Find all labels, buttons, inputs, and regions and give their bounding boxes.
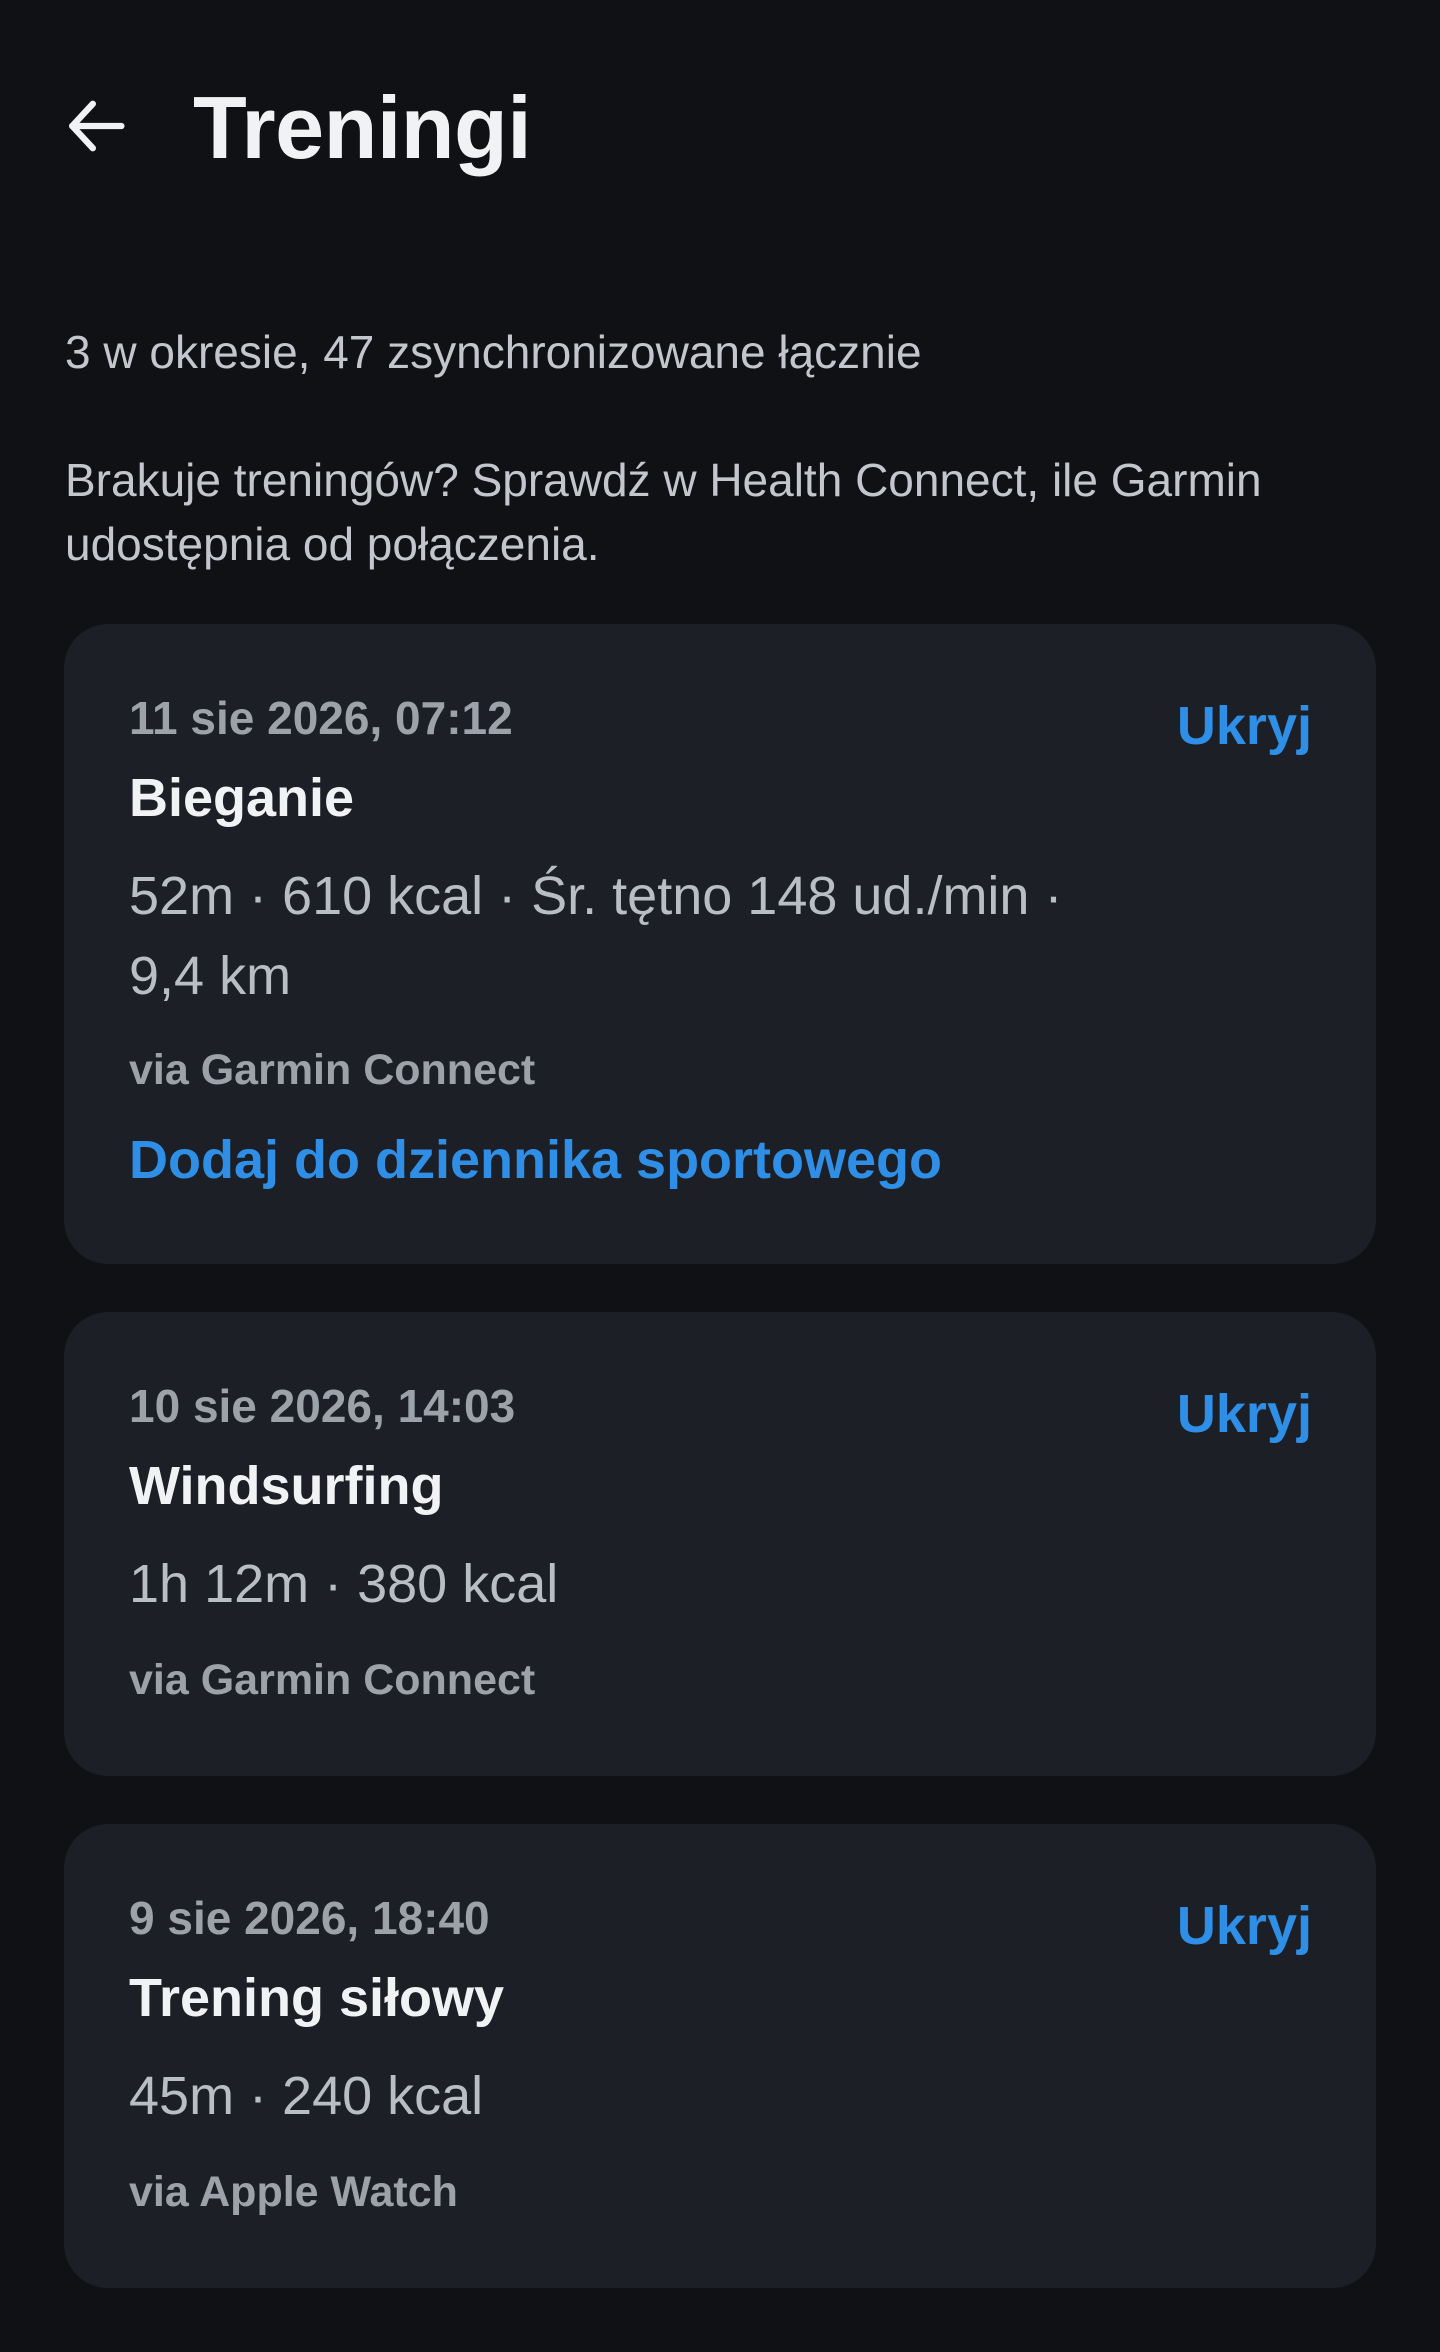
workout-card: 9 sie 2026, 18:40 Ukryj Trening siłowy 4… xyxy=(64,1824,1376,2288)
workout-name: Bieganie xyxy=(129,768,355,828)
missing-workouts-hint: Brakuje treningów? Sprawdź w Health Conn… xyxy=(65,454,1262,570)
workout-stats: 1h 12m · 380 kcal xyxy=(129,1554,559,1614)
page-title: Treningi xyxy=(193,78,532,177)
workout-card: 10 sie 2026, 14:03 Ukryj Windsurfing 1h … xyxy=(64,1312,1376,1776)
top-app-bar: Treningi xyxy=(0,0,1440,260)
hide-button[interactable]: Ukryj xyxy=(1177,694,1312,758)
workout-name: Windsurfing xyxy=(129,1456,444,1516)
workout-date: 9 sie 2026, 18:40 xyxy=(129,1892,490,1944)
workout-name: Trening siłowy xyxy=(129,1968,505,2028)
workout-stats: 52m · 610 kcal · Śr. tętno 148 ud./min ·… xyxy=(129,866,1063,1006)
add-to-sport-diary-link[interactable]: Dodaj do dziennika sportowego xyxy=(129,1126,942,1194)
workout-stats: 45m · 240 kcal xyxy=(129,2066,484,2126)
workout-source: via Garmin Connect xyxy=(129,1656,536,1704)
hide-button[interactable]: Ukryj xyxy=(1177,1894,1312,1958)
workout-date: 10 sie 2026, 14:03 xyxy=(129,1380,516,1432)
workout-source: via Garmin Connect xyxy=(129,1046,536,1094)
hide-button[interactable]: Ukryj xyxy=(1177,1382,1312,1446)
workouts-screen: Treningi 3 w okresie, 47 zsynchronizowan… xyxy=(0,0,1440,2352)
workout-source: via Apple Watch xyxy=(129,2168,458,2216)
back-button[interactable] xyxy=(48,80,144,176)
arrow-left-icon xyxy=(58,88,134,169)
workout-card: 11 sie 2026, 07:12 Ukryj Bieganie 52m · … xyxy=(64,624,1376,1264)
workout-date: 11 sie 2026, 07:12 xyxy=(129,692,513,744)
sync-summary: 3 w okresie, 47 zsynchronizowane łącznie xyxy=(65,326,922,378)
